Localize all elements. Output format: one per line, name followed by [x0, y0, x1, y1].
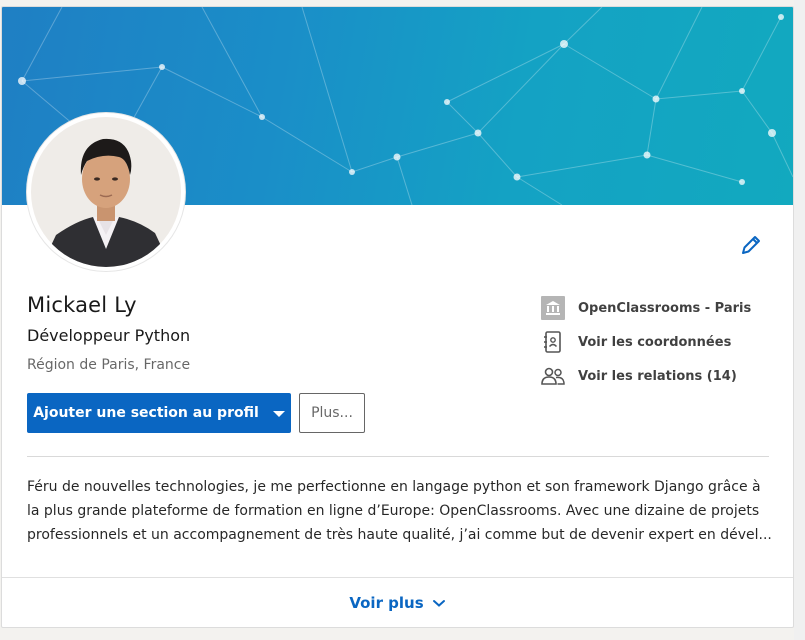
summary-line: la plus grande plateforme de formation e… [27, 503, 760, 519]
show-more-label: Voir plus [349, 593, 424, 612]
show-more-button[interactable]: Voir plus [2, 578, 793, 627]
edit-profile-button[interactable] [738, 232, 764, 258]
profile-photo[interactable] [27, 113, 185, 271]
school-link[interactable]: OpenClassrooms - Paris [540, 291, 780, 325]
connections-link[interactable]: Voir les relations (14) [540, 359, 780, 393]
profile-side-links: OpenClassrooms - Paris Voir les coordonn… [540, 291, 780, 393]
people-icon [540, 363, 566, 389]
scrollbar[interactable] [794, 0, 805, 640]
school-label: OpenClassrooms - Paris [578, 300, 752, 316]
caret-down-icon [272, 411, 285, 417]
profile-card: Mickael Ly Développeur Python Région de … [1, 6, 794, 628]
address-book-icon [540, 329, 566, 355]
add-profile-section-label: Ajouter une section au profil [33, 405, 259, 421]
summary-line: professionnels et un accompagnement de t… [27, 527, 772, 543]
add-profile-section-button[interactable]: Ajouter une section au profil [27, 393, 291, 433]
contact-info-link[interactable]: Voir les coordonnées [540, 325, 780, 359]
avatar-portrait [31, 117, 181, 267]
profile-location: Région de Paris, France [27, 357, 191, 373]
section-divider [27, 456, 769, 457]
contact-info-label: Voir les coordonnées [578, 334, 732, 350]
more-button[interactable]: Plus... [299, 393, 365, 433]
profile-name: Mickael Ly [27, 293, 137, 317]
pencil-icon [742, 236, 760, 254]
school-building-icon [540, 295, 566, 321]
connections-label: Voir les relations (14) [578, 368, 737, 384]
summary-line: Féru de nouvelles technologies, je me pe… [27, 479, 761, 495]
profile-summary: Féru de nouvelles technologies, je me pe… [27, 475, 772, 547]
chevron-down-icon [432, 599, 445, 607]
profile-headline: Développeur Python [27, 326, 191, 345]
